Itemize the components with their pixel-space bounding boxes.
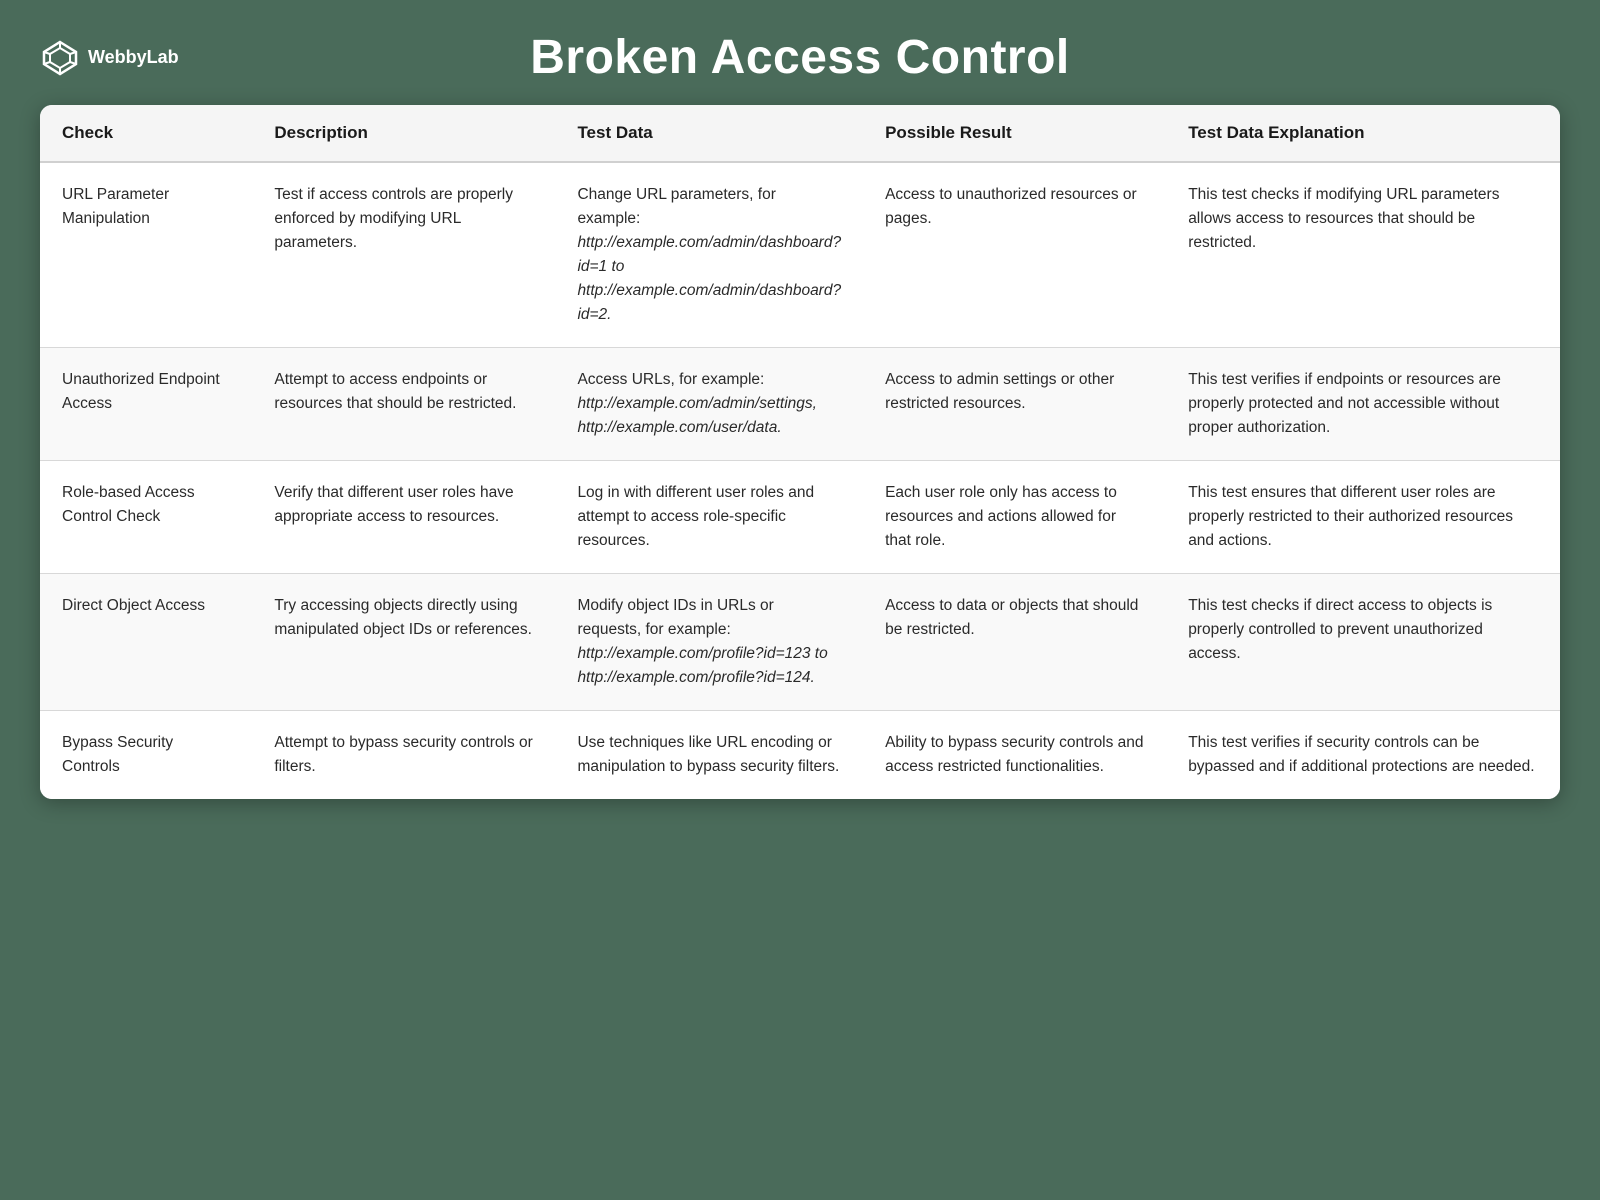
logo-area: WebbyLab <box>40 38 220 78</box>
cell-result: Each user role only has access to resour… <box>863 461 1166 574</box>
col-header-result: Possible Result <box>863 105 1166 162</box>
table-row: Direct Object AccessTry accessing object… <box>40 574 1560 711</box>
cell-check: URL Parameter Manipulation <box>40 162 252 348</box>
main-table-container: Check Description Test Data Possible Res… <box>40 105 1560 799</box>
cell-description: Verify that different user roles have ap… <box>252 461 555 574</box>
cell-description: Attempt to bypass security controls or f… <box>252 711 555 800</box>
cell-explanation: This test checks if modifying URL parame… <box>1166 162 1560 348</box>
logo-text: WebbyLab <box>88 47 179 68</box>
broken-access-control-table: Check Description Test Data Possible Res… <box>40 105 1560 799</box>
col-header-testdata: Test Data <box>555 105 863 162</box>
cell-result: Ability to bypass security controls and … <box>863 711 1166 800</box>
page-header: WebbyLab Broken Access Control <box>40 30 1560 85</box>
cell-testdata: Use techniques like URL encoding or mani… <box>555 711 863 800</box>
cell-testdata: Log in with different user roles and att… <box>555 461 863 574</box>
table-row: Role-based Access Control CheckVerify th… <box>40 461 1560 574</box>
table-header-row: Check Description Test Data Possible Res… <box>40 105 1560 162</box>
cell-explanation: This test verifies if security controls … <box>1166 711 1560 800</box>
table-row: Unauthorized Endpoint AccessAttempt to a… <box>40 348 1560 461</box>
cell-result: Access to data or objects that should be… <box>863 574 1166 711</box>
cell-explanation: This test ensures that different user ro… <box>1166 461 1560 574</box>
cell-testdata: Change URL parameters, for example: http… <box>555 162 863 348</box>
cell-description: Attempt to access endpoints or resources… <box>252 348 555 461</box>
col-header-explanation: Test Data Explanation <box>1166 105 1560 162</box>
cell-check: Bypass Security Controls <box>40 711 252 800</box>
cell-check: Direct Object Access <box>40 574 252 711</box>
cell-explanation: This test checks if direct access to obj… <box>1166 574 1560 711</box>
cell-description: Test if access controls are properly enf… <box>252 162 555 348</box>
cell-result: Access to unauthorized resources or page… <box>863 162 1166 348</box>
table-row: Bypass Security ControlsAttempt to bypas… <box>40 711 1560 800</box>
page-title: Broken Access Control <box>220 30 1380 85</box>
cell-result: Access to admin settings or other restri… <box>863 348 1166 461</box>
col-header-check: Check <box>40 105 252 162</box>
cell-explanation: This test verifies if endpoints or resou… <box>1166 348 1560 461</box>
cell-description: Try accessing objects directly using man… <box>252 574 555 711</box>
cell-check: Role-based Access Control Check <box>40 461 252 574</box>
cell-check: Unauthorized Endpoint Access <box>40 348 252 461</box>
col-header-description: Description <box>252 105 555 162</box>
cell-testdata: Access URLs, for example: http://example… <box>555 348 863 461</box>
cell-testdata: Modify object IDs in URLs or requests, f… <box>555 574 863 711</box>
table-row: URL Parameter ManipulationTest if access… <box>40 162 1560 348</box>
testdata-italic: http://example.com/profile?id=123 to htt… <box>577 645 827 686</box>
testdata-italic: http://example.com/admin/dashboard?id=1 … <box>577 234 841 323</box>
webbylab-logo-icon <box>40 38 80 78</box>
testdata-italic: http://example.com/admin/settings, http:… <box>577 395 817 436</box>
